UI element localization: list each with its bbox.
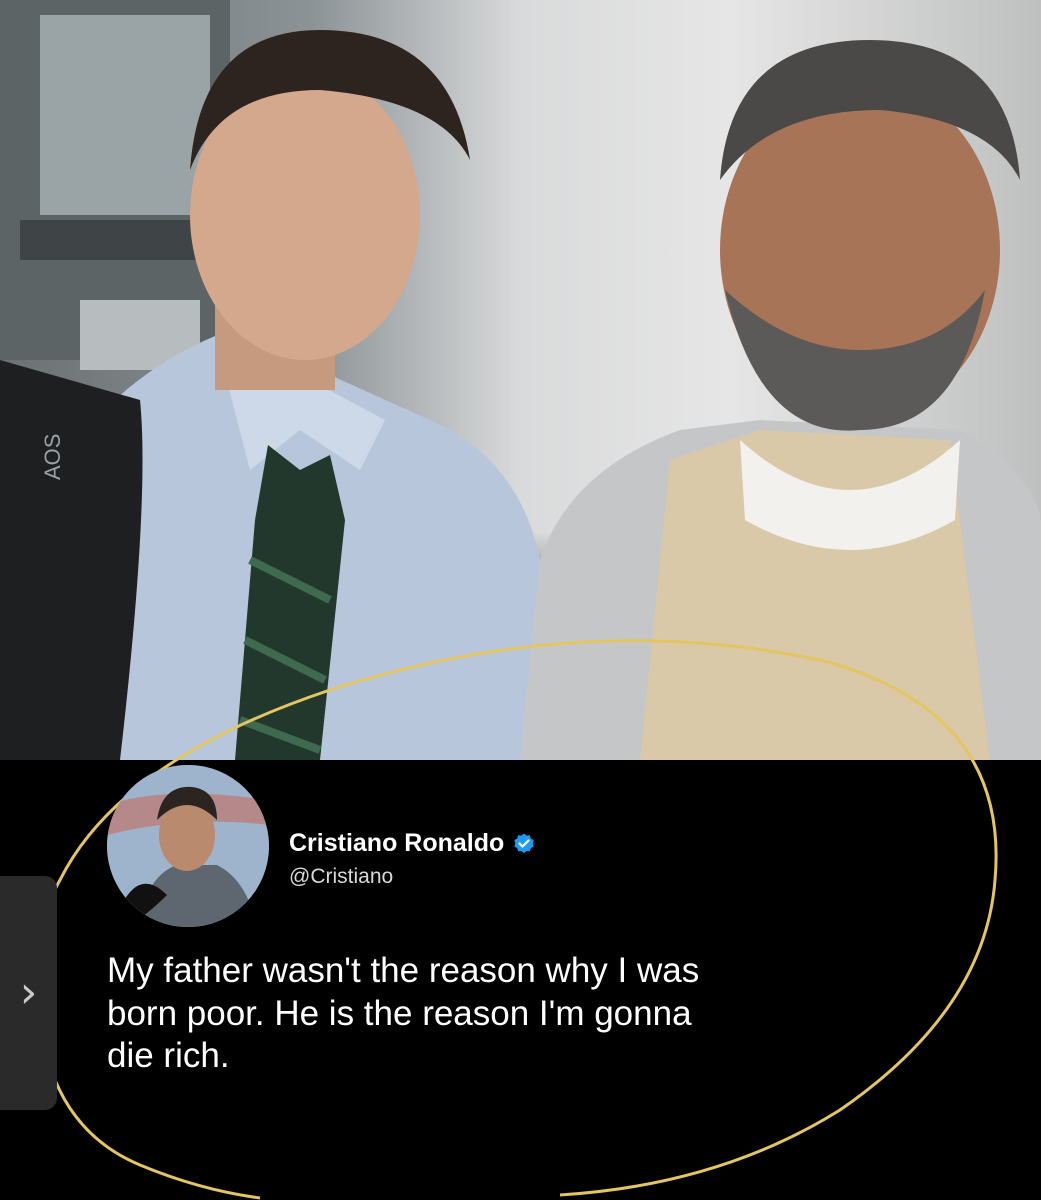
avatar[interactable]	[107, 765, 269, 927]
author-name[interactable]: Cristiano Ronaldo	[289, 829, 504, 858]
next-image-button[interactable]: ›	[0, 876, 57, 1110]
verified-badge-icon	[514, 833, 534, 853]
author-name-row: Cristiano Ronaldo	[289, 829, 536, 858]
tweet-text: My father wasn't the reason why I was bo…	[107, 951, 700, 1076]
author-handle[interactable]: @Cristiano	[289, 865, 393, 889]
chevron-right-icon: ›	[19, 967, 38, 1018]
